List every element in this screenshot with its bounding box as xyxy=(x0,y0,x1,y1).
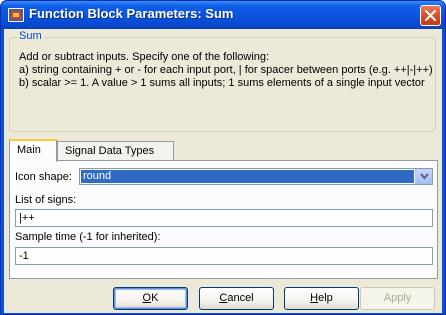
dialog-client-area: Sum Add or subtract inputs. Specify one … xyxy=(4,29,442,313)
close-icon xyxy=(425,10,436,21)
help-button[interactable]: Help xyxy=(284,287,359,310)
tab-signal-data-types[interactable]: Signal Data Types xyxy=(57,141,174,161)
icon-shape-label: Icon shape: xyxy=(15,171,72,183)
sample-time-label: Sample time (-1 for inherited): xyxy=(15,231,161,243)
help-label-rest: elp xyxy=(318,292,333,304)
description-line: Add or subtract inputs. Specify one of t… xyxy=(19,51,270,63)
dialog-window: Function Block Parameters: Sum Sum Add o… xyxy=(0,0,446,315)
cancel-button[interactable]: Cancel xyxy=(199,287,274,310)
cancel-label-rest: ancel xyxy=(227,292,254,304)
chevron-down-icon xyxy=(420,173,429,180)
ok-label-rest: K xyxy=(151,292,159,304)
help-mnemonic: H xyxy=(310,292,319,304)
window-title: Function Block Parameters: Sum xyxy=(29,6,234,21)
icon-shape-select[interactable]: round xyxy=(79,168,433,185)
block-description: Add or subtract inputs. Specify one of t… xyxy=(19,51,433,90)
apply-button[interactable]: Apply xyxy=(360,287,435,310)
tab-main[interactable]: Main xyxy=(9,139,57,162)
simulink-block-icon xyxy=(8,7,24,23)
description-line: a) string containing + or - for each inp… xyxy=(19,64,433,76)
title-bar[interactable]: Function Block Parameters: Sum xyxy=(1,1,445,29)
main-tab-panel: Icon shape: round List of signs: |++ Sam… xyxy=(9,160,438,279)
icon-shape-value: round xyxy=(81,170,414,183)
signs-label: List of signs: xyxy=(15,194,77,206)
ok-mnemonic: O xyxy=(142,292,152,304)
signs-input[interactable]: |++ xyxy=(15,209,433,227)
dropdown-button[interactable] xyxy=(415,169,432,184)
sample-time-input[interactable]: -1 xyxy=(15,247,433,265)
group-title: Sum xyxy=(17,30,44,42)
block-description-group: Sum Add or subtract inputs. Specify one … xyxy=(9,30,436,132)
ok-button[interactable]: OK xyxy=(113,287,188,310)
description-line: b) scalar >= 1. A value > 1 sums all inp… xyxy=(19,77,425,89)
close-button[interactable] xyxy=(420,5,441,26)
